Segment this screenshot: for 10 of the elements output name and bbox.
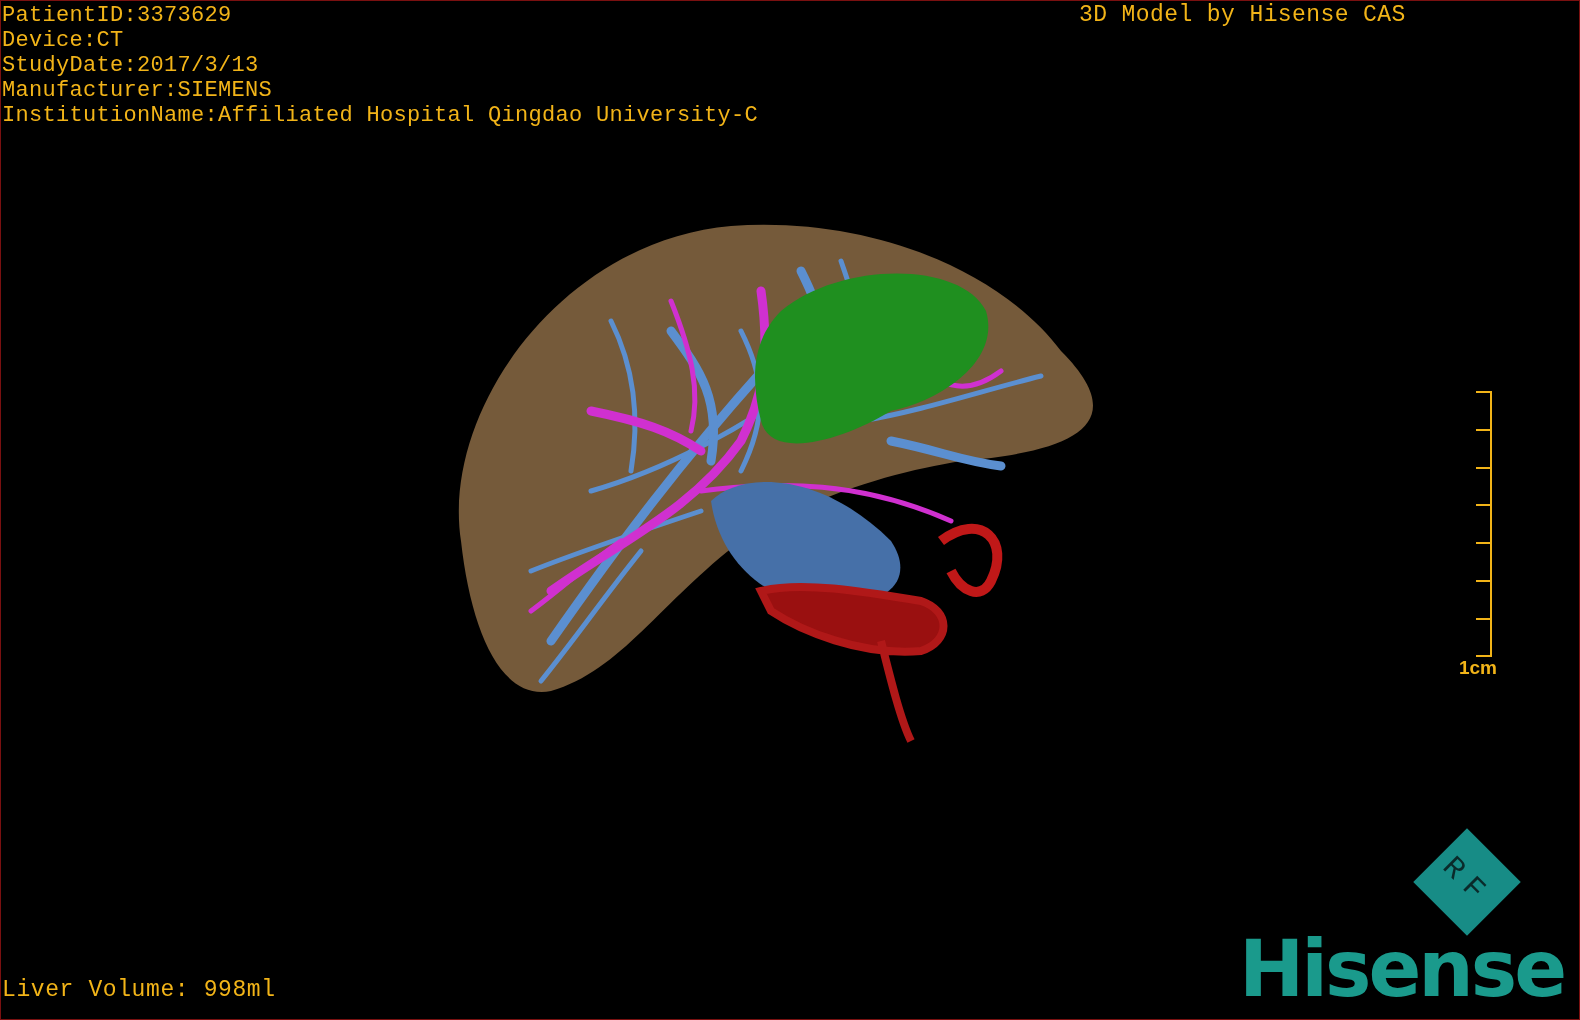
patient-info-text: PatientID:3373629 (2, 3, 233, 28)
patient-info-text: StudyDate:2017/3/13 (2, 53, 260, 78)
patient-info-text: Manufacturer:SIEMENS (2, 78, 274, 103)
scale-bar-icon (1476, 391, 1492, 657)
logo-badge: RF (1413, 828, 1521, 936)
patient-info-text: Device:CT (2, 28, 125, 53)
scale-label: 1cm (1458, 657, 1497, 679)
liver-volume-text: Liver Volume: 998ml (2, 976, 276, 1004)
model-title: 3D Model by Hisense CAS (1079, 3, 1406, 28)
patient-info-text: InstitutionName:Affiliated Hospital Qingdao University-C (2, 103, 759, 128)
